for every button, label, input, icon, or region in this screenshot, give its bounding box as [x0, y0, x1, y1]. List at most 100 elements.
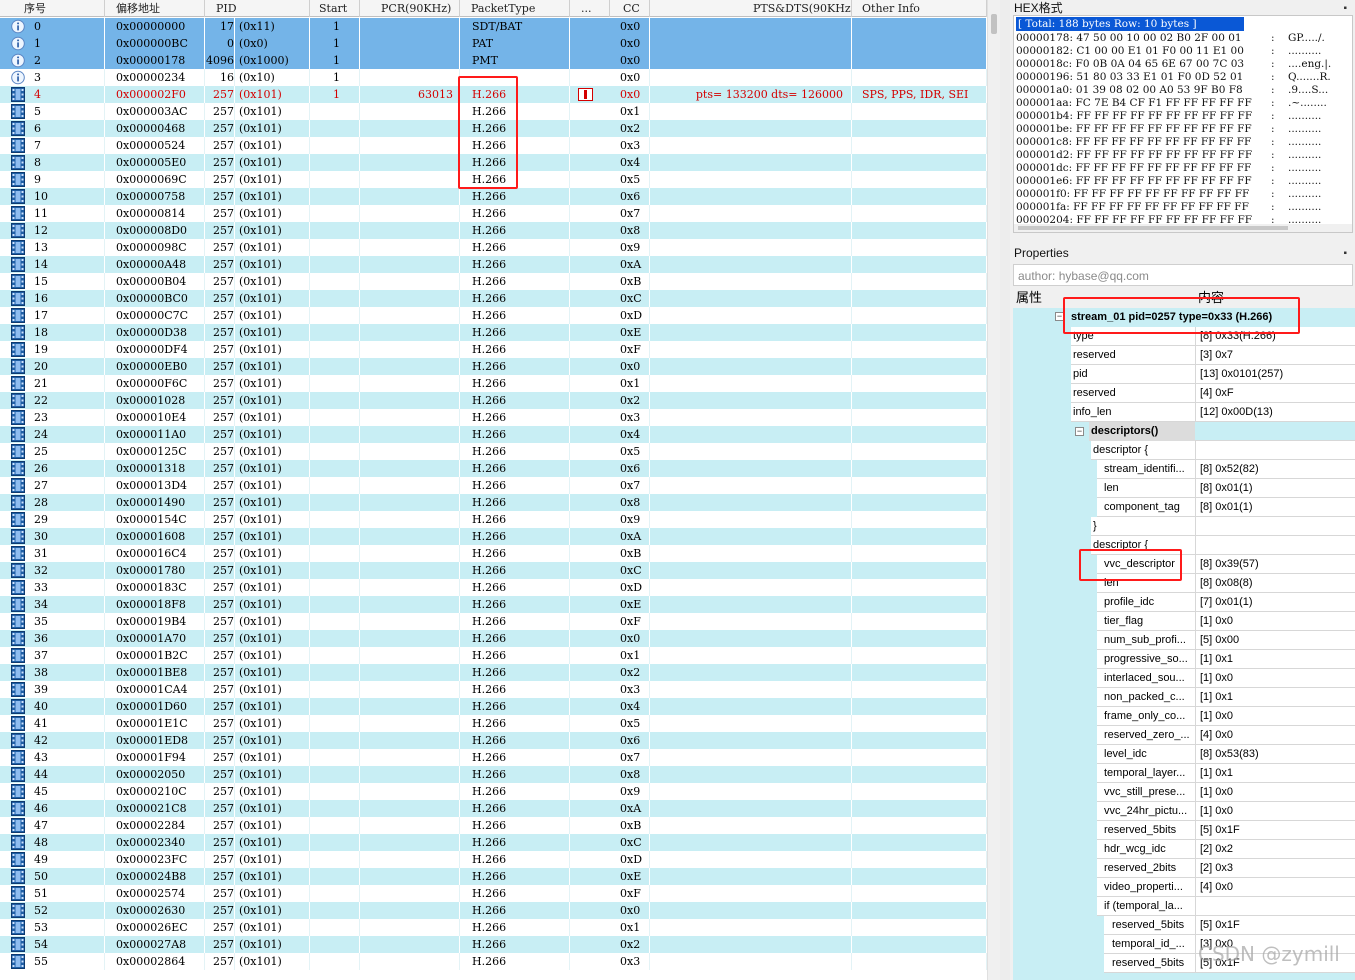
property-name[interactable]: reserved_5bits	[1097, 821, 1195, 840]
col-header-other-info[interactable]: Other Info	[852, 0, 987, 17]
property-name[interactable]: reserved	[1071, 384, 1195, 403]
property-name[interactable]: interlaced_sou...	[1097, 669, 1195, 688]
table-row[interactable]: 35 0x000019B4 257 (0x101) H.266 0xF	[0, 613, 987, 630]
hex-line[interactable]: 0000018c: F0 0B 0A 04 65 6E 67 00 7C 03:…	[1016, 58, 1331, 71]
property-name[interactable]: reserved_2bits	[1097, 859, 1195, 878]
property-value[interactable]: [1] 0x1	[1195, 650, 1355, 669]
hex-view[interactable]: [ Total: 188 bytes Row: 10 bytes ] 00000…	[1013, 15, 1353, 233]
hex-line[interactable]: 000001d2: FF FF FF FF FF FF FF FF FF FF:…	[1016, 149, 1321, 162]
property-value[interactable]: [8] 0x39(57)	[1195, 555, 1355, 574]
hex-line[interactable]: 00000178: 47 50 00 10 00 02 B0 2F 00 01:…	[1016, 32, 1325, 45]
table-row[interactable]: 19 0x00000DF4 257 (0x101) H.266 0xF	[0, 341, 987, 358]
table-row[interactable]: 24 0x000011A0 257 (0x101) H.266 0x4	[0, 426, 987, 443]
property-name[interactable]: vvc_still_prese...	[1097, 783, 1195, 802]
property-value[interactable]	[1195, 517, 1355, 536]
hex-line[interactable]: 000001e6: FF FF FF FF FF FF FF FF FF FF:…	[1016, 175, 1321, 188]
table-row[interactable]: 21 0x00000F6C 257 (0x101) H.266 0x1	[0, 375, 987, 392]
property-value[interactable]: [8] 0x52(82)	[1195, 460, 1355, 479]
property-value[interactable]: [4] 0x0	[1195, 878, 1355, 897]
property-name[interactable]: if (temporal_la...	[1097, 897, 1195, 916]
property-value[interactable]: [4] 0xF	[1195, 384, 1355, 403]
scrollbar-thumb[interactable]	[1018, 226, 1288, 230]
table-row[interactable]: 52 0x00002630 257 (0x101) H.266 0x0	[0, 902, 987, 919]
property-name[interactable]: num_sub_profi...	[1097, 631, 1195, 650]
table-row[interactable]: 55 0x00002864 257 (0x101) H.266 0x3	[0, 953, 987, 970]
splitter[interactable]	[1000, 0, 1010, 980]
table-row[interactable]: 16 0x00000BC0 257 (0x101) H.266 0xC	[0, 290, 987, 307]
table-row[interactable]: 31 0x000016C4 257 (0x101) H.266 0xB	[0, 545, 987, 562]
table-row[interactable]: 53 0x000026EC 257 (0x101) H.266 0x1	[0, 919, 987, 936]
table-row[interactable]: 13 0x0000098C 257 (0x101) H.266 0x9	[0, 239, 987, 256]
table-row[interactable]: 44 0x00002050 257 (0x101) H.266 0x8	[0, 766, 987, 783]
property-value[interactable]: [8] 0x01(1)	[1195, 479, 1355, 498]
table-row[interactable]: 48 0x00002340 257 (0x101) H.266 0xC	[0, 834, 987, 851]
property-value[interactable]: [1] 0x1	[1195, 764, 1355, 783]
property-value[interactable]: [2] 0x3	[1195, 859, 1355, 878]
col-header-packet-type[interactable]: PacketType	[460, 0, 570, 17]
property-name[interactable]: tier_flag	[1097, 612, 1195, 631]
table-row[interactable]: 42 0x00001ED8 257 (0x101) H.266 0x6	[0, 732, 987, 749]
table-row[interactable]: 32 0x00001780 257 (0x101) H.266 0xC	[0, 562, 987, 579]
col-header-cc[interactable]: CC	[610, 0, 650, 17]
property-name[interactable]: len	[1097, 479, 1195, 498]
hex-line[interactable]: 000001a0: 01 39 08 02 00 A0 53 9F B0 F8:…	[1016, 84, 1328, 97]
table-row[interactable]: 15 0x00000B04 257 (0x101) H.266 0xB	[0, 273, 987, 290]
table-row[interactable]: 50 0x000024B8 257 (0x101) H.266 0xE	[0, 868, 987, 885]
table-row[interactable]: 11 0x00000814 257 (0x101) H.266 0x7	[0, 205, 987, 222]
table-row[interactable]: 33 0x0000183C 257 (0x101) H.266 0xD	[0, 579, 987, 596]
hex-line[interactable]: 000001aa: FC 7E B4 CF F1 FF FF FF FF FF:…	[1016, 97, 1327, 110]
table-row[interactable]: 46 0x000021C8 257 (0x101) H.266 0xA	[0, 800, 987, 817]
table-row[interactable]: 30 0x00001608 257 (0x101) H.266 0xA	[0, 528, 987, 545]
hex-line[interactable]: 00000196: 51 80 03 33 E1 01 F0 0D 52 01:…	[1016, 71, 1331, 84]
property-value[interactable]: [8] 0x01(1)	[1195, 498, 1355, 517]
col-header-index[interactable]: 序号	[0, 0, 105, 17]
table-row[interactable]: 39 0x00001CA4 257 (0x101) H.266 0x3	[0, 681, 987, 698]
property-name[interactable]: temporal_id_...	[1104, 935, 1195, 954]
property-value[interactable]: [8] 0x08(8)	[1195, 574, 1355, 593]
author-field[interactable]: author: hybase@qq.com	[1013, 264, 1353, 286]
property-value[interactable]: [13] 0x0101(257)	[1195, 365, 1355, 384]
table-row[interactable]: 25 0x0000125C 257 (0x101) H.266 0x5	[0, 443, 987, 460]
table-row[interactable]: 10 0x00000758 257 (0x101) H.266 0x6	[0, 188, 987, 205]
property-value[interactable]: [1] 0x0	[1195, 707, 1355, 726]
col-header-pid[interactable]: PID	[205, 0, 310, 17]
property-value[interactable]: [5] 0x1F	[1195, 916, 1355, 935]
property-value[interactable]: [1] 0x0	[1195, 612, 1355, 631]
table-row[interactable]: 26 0x00001318 257 (0x101) H.266 0x6	[0, 460, 987, 477]
property-value[interactable]: [2] 0x2	[1195, 840, 1355, 859]
table-row[interactable]: 14 0x00000A48 257 (0x101) H.266 0xA	[0, 256, 987, 273]
property-value[interactable]: [12] 0x00D(13)	[1195, 403, 1355, 422]
property-name[interactable]: progressive_so...	[1097, 650, 1195, 669]
property-name[interactable]: non_packed_c...	[1097, 688, 1195, 707]
table-row[interactable]: 0 0x00000000 17 (0x11) 1 SDT/BAT 0x0	[0, 18, 987, 35]
property-name[interactable]: profile_idc	[1097, 593, 1195, 612]
property-name[interactable]: pid	[1071, 365, 1195, 384]
table-row[interactable]: 36 0x00001A70 257 (0x101) H.266 0x0	[0, 630, 987, 647]
property-name[interactable]: descriptor {	[1091, 441, 1195, 460]
table-row[interactable]: 51 0x00002574 257 (0x101) H.266 0xF	[0, 885, 987, 902]
property-name[interactable]: reserved_5bits	[1104, 954, 1195, 973]
property-value[interactable]: [5] 0x1F	[1195, 821, 1355, 840]
property-name[interactable]: temporal_layer...	[1097, 764, 1195, 783]
table-row[interactable]: 18 0x00000D38 257 (0x101) H.266 0xE	[0, 324, 987, 341]
property-name[interactable]: video_properti...	[1097, 878, 1195, 897]
table-row[interactable]: 45 0x0000210C 257 (0x101) H.266 0x9	[0, 783, 987, 800]
property-name[interactable]: hdr_wcg_idc	[1097, 840, 1195, 859]
property-value[interactable]	[1195, 536, 1355, 555]
property-value[interactable]: [5] 0x00	[1195, 631, 1355, 650]
table-row[interactable]: 38 0x00001BE8 257 (0x101) H.266 0x2	[0, 664, 987, 681]
property-value[interactable]: [1] 0x0	[1195, 783, 1355, 802]
property-name[interactable]: }	[1091, 517, 1195, 536]
property-name[interactable]: reserved	[1071, 346, 1195, 365]
property-name[interactable]: reserved_zero_...	[1097, 726, 1195, 745]
hex-line[interactable]: 000001fa: FF FF FF FF FF FF FF FF FF FF:…	[1016, 201, 1321, 214]
table-row[interactable]: 47 0x00002284 257 (0x101) H.266 0xB	[0, 817, 987, 834]
property-value[interactable]: [4] 0x0	[1195, 726, 1355, 745]
table-row[interactable]: 20 0x00000EB0 257 (0x101) H.266 0x0	[0, 358, 987, 375]
hex-horizontal-scrollbar[interactable]	[1014, 224, 1352, 232]
table-row[interactable]: 37 0x00001B2C 257 (0x101) H.266 0x1	[0, 647, 987, 664]
col-header-pcr[interactable]: PCR(90KHz)	[360, 0, 460, 17]
tree-group-node[interactable]: descriptors()	[1089, 422, 1195, 441]
property-value[interactable]: [1] 0x0	[1195, 669, 1355, 688]
property-value[interactable]: [3] 0x7	[1195, 346, 1355, 365]
